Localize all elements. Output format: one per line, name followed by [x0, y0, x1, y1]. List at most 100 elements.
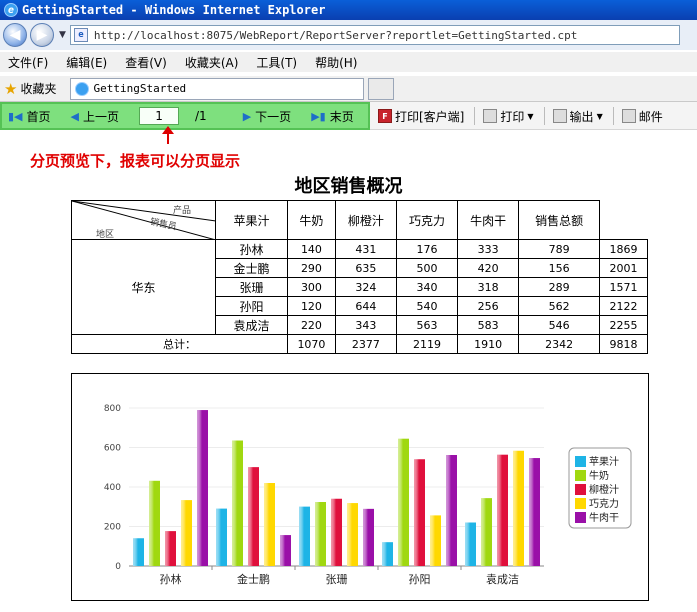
back-button[interactable]: ◀	[3, 23, 27, 47]
value-cell: 563	[395, 315, 459, 335]
column-header: 柳橙汁	[334, 200, 397, 240]
value-cell: 156	[518, 258, 601, 278]
annotation-text: 分页预览下，报表可以分页显示	[30, 152, 241, 170]
column-header: 销售总额	[518, 200, 601, 240]
next-page-label: 下一页	[255, 109, 292, 124]
forward-button[interactable]: ▶	[30, 23, 54, 47]
first-page-button[interactable]: ▮◀ 首页	[8, 108, 51, 125]
menu-tools[interactable]: 工具(T)	[256, 54, 297, 71]
legend-label: 柳橙汁	[589, 483, 619, 496]
favorites-bar: ★ 收藏夹 GettingStarted	[0, 76, 697, 102]
corner-diagonal-lines	[72, 201, 216, 240]
report-title: 地区销售概况	[294, 176, 403, 197]
value-cell: 431	[334, 239, 397, 259]
legend-label: 巧克力	[589, 497, 619, 510]
bar-highlight	[216, 508, 227, 566]
table-header-row: 产品 销售员 地区 苹果汁 牛奶 柳橙汁 巧克力 牛肉干 销售总额	[71, 200, 648, 240]
salesperson-cell: 张珊	[215, 277, 288, 297]
bar-highlight	[165, 531, 176, 566]
legend-swatch	[575, 498, 586, 509]
value-cell: 333	[457, 239, 520, 259]
bar-highlight	[232, 440, 243, 566]
value-cell: 324	[334, 277, 397, 297]
bar-highlight	[264, 483, 275, 566]
prev-page-button[interactable]: ◀ 上一页	[71, 108, 119, 125]
legend-label: 牛肉干	[589, 511, 619, 524]
window-title-bar: e GettingStarted - Windows Internet Expl…	[0, 0, 697, 20]
value-cell: 789	[518, 239, 601, 259]
print-client-button[interactable]: F 打印[客户端]	[378, 108, 464, 125]
value-cell: 2001	[599, 258, 648, 278]
value-cell: 2255	[599, 315, 648, 335]
menu-help[interactable]: 帮助(H)	[315, 54, 357, 71]
column-header: 巧克力	[395, 200, 459, 240]
value-cell: 562	[518, 296, 601, 316]
value-cell: 220	[287, 315, 336, 335]
menu-view[interactable]: 查看(V)	[125, 54, 167, 71]
y-tick-label: 400	[104, 483, 121, 493]
history-dropdown-icon[interactable]: ▼	[59, 30, 66, 40]
bar-highlight	[347, 503, 358, 566]
printer-icon	[483, 109, 498, 123]
url-input[interactable]: e http://localhost:8075/WebReport/Report…	[69, 25, 680, 45]
page-number-input[interactable]: 1	[139, 107, 180, 125]
legend-swatch	[575, 484, 586, 495]
value-cell: 340	[395, 277, 459, 297]
print-button[interactable]: 打印 ▼	[483, 108, 534, 125]
favorites-star-icon[interactable]: ★	[4, 80, 17, 98]
value-cell: 256	[457, 296, 520, 316]
export-icon	[552, 109, 567, 123]
menu-bar: 文件(F) 编辑(E) 查看(V) 收藏夹(A) 工具(T) 帮助(H)	[0, 52, 697, 72]
value-cell: 176	[395, 239, 459, 259]
favorites-button[interactable]: 收藏夹	[20, 80, 56, 97]
tab-gettingstarted[interactable]: GettingStarted	[70, 77, 365, 100]
print-label: 打印	[500, 109, 525, 124]
bar-highlight	[181, 500, 192, 566]
value-cell: 420	[457, 258, 520, 278]
y-tick-label: 600	[104, 444, 121, 454]
next-page-button[interactable]: ▶ 下一页	[243, 108, 291, 125]
ie-icon: e	[4, 3, 18, 17]
first-page-icon: ▮◀	[8, 109, 23, 123]
bar-highlight	[133, 538, 144, 566]
value-cell: 2122	[599, 296, 648, 316]
toolbar-divider	[543, 107, 545, 125]
x-tick-label: 孙阳	[409, 573, 431, 586]
url-text: http://localhost:8075/WebReport/ReportSe…	[93, 28, 578, 42]
value-cell: 140	[287, 239, 336, 259]
value-cell: 644	[334, 296, 397, 316]
mail-button[interactable]: 邮件	[621, 108, 663, 125]
report-tools: F 打印[客户端] 打印 ▼ 输出 ▼ 邮件	[378, 102, 673, 130]
tab-ie-icon	[75, 81, 90, 96]
value-cell: 1869	[599, 239, 648, 259]
total-cell: 2119	[395, 334, 459, 354]
export-button[interactable]: 输出 ▼	[552, 108, 603, 125]
value-cell: 546	[518, 315, 601, 335]
corner-region-label: 地区	[96, 230, 115, 240]
bar-chart-svg: 0 200 400 600 800 孙林 金士鹏 张珊 孙阳 袁成洁 苹果汁牛奶柳橙汁巧克力牛肉干	[104, 404, 632, 586]
value-cell: 1571	[599, 277, 648, 297]
export-dropdown-icon: ▼	[596, 111, 603, 121]
menu-file[interactable]: 文件(F)	[8, 54, 48, 71]
menu-favorites[interactable]: 收藏夹(A)	[185, 54, 239, 71]
corner-header: 产品 销售员 地区	[71, 200, 216, 240]
total-cell: 1910	[457, 334, 520, 354]
new-tab-button[interactable]	[368, 77, 395, 100]
value-cell: 500	[395, 258, 459, 278]
total-cell: 2377	[334, 334, 397, 354]
bar-highlight	[197, 410, 208, 566]
page-total: /1	[195, 109, 207, 123]
x-tick-label: 袁成洁	[486, 573, 519, 586]
x-tick-label: 孙林	[160, 572, 182, 586]
bar-highlight	[414, 459, 425, 566]
corner-product-label: 产品	[172, 206, 191, 216]
last-page-button[interactable]: ▶▮ 末页	[311, 108, 354, 125]
last-page-icon: ▶▮	[311, 109, 326, 123]
legend-label: 苹果汁	[589, 455, 619, 468]
value-cell: 318	[457, 277, 520, 297]
window-title: GettingStarted - Windows Internet Explor…	[22, 3, 326, 17]
bar-highlight	[398, 438, 409, 566]
bar-highlight	[299, 506, 310, 566]
next-page-icon: ▶	[242, 109, 252, 123]
menu-edit[interactable]: 编辑(E)	[66, 54, 107, 71]
